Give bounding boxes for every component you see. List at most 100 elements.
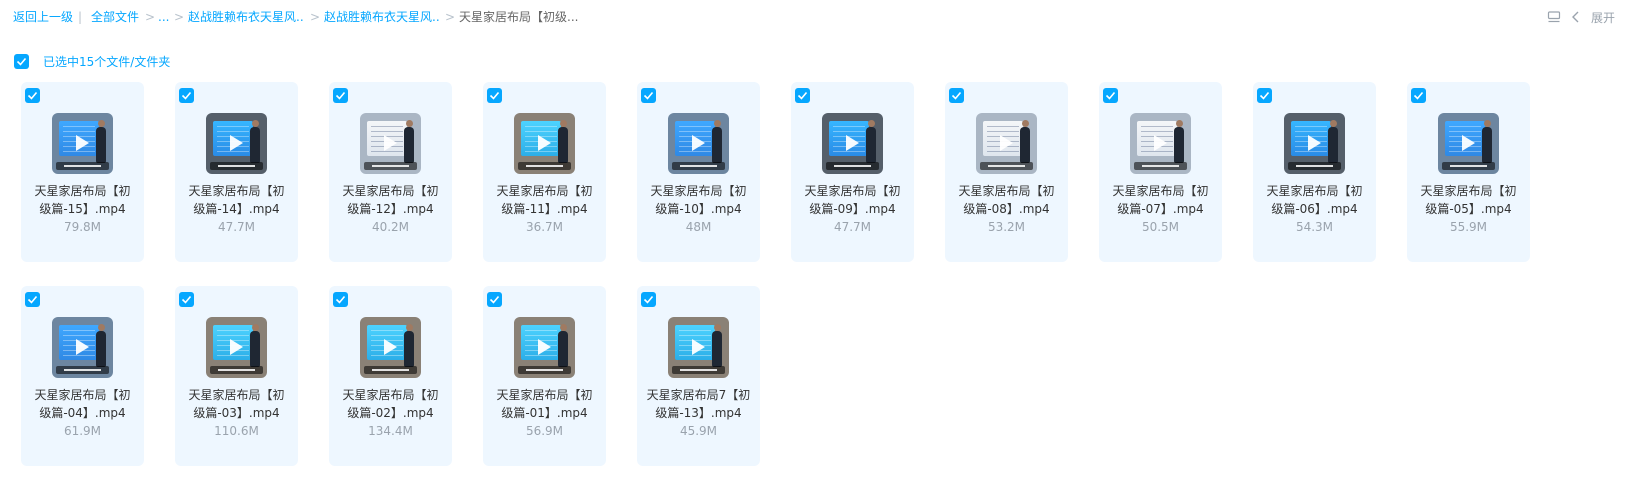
file-card[interactable]: 天星家居布局【初级篇-12】.mp4 40.2M	[329, 82, 452, 262]
file-name[interactable]: 天星家居布局【初级篇-04】.mp4	[29, 386, 136, 422]
video-thumbnail[interactable]	[52, 317, 113, 378]
file-card[interactable]: 天星家居布局【初级篇-02】.mp4 134.4M	[329, 286, 452, 466]
file-card[interactable]: 天星家居布局【初级篇-01】.mp4 56.9M	[483, 286, 606, 466]
file-card[interactable]: 天星家居布局【初级篇-07】.mp4 50.5M	[1099, 82, 1222, 262]
checkbox-checked-icon[interactable]	[641, 88, 656, 103]
file-name[interactable]: 天星家居布局【初级篇-01】.mp4	[491, 386, 598, 422]
checkbox-checked-icon[interactable]	[25, 88, 40, 103]
play-icon	[76, 339, 89, 355]
video-thumbnail[interactable]	[1284, 113, 1345, 174]
video-thumbnail[interactable]	[514, 317, 575, 378]
video-thumbnail[interactable]	[1130, 113, 1191, 174]
play-icon	[76, 135, 89, 151]
file-size: 79.8M	[63, 220, 102, 234]
video-thumbnail[interactable]	[1438, 113, 1499, 174]
breadcrumb-folder-2[interactable]: 赵战胜赖布衣天星风...	[324, 8, 440, 26]
checkbox-checked-icon[interactable]	[1411, 88, 1426, 103]
file-name[interactable]: 天星家居布局【初级篇-08】.mp4	[953, 182, 1060, 218]
play-icon	[1462, 135, 1475, 151]
video-thumbnail[interactable]	[360, 113, 421, 174]
file-card[interactable]: 天星家居布局【初级篇-15】.mp4 79.8M	[21, 82, 144, 262]
checkbox-checked-icon[interactable]	[333, 292, 348, 307]
breadcrumb-separator: >	[145, 10, 155, 24]
file-size: 110.6M	[214, 424, 259, 438]
file-card[interactable]: 天星家居布局【初级篇-06】.mp4 54.3M	[1253, 82, 1376, 262]
video-thumbnail[interactable]	[668, 113, 729, 174]
breadcrumb-separator: >	[310, 10, 320, 24]
video-thumbnail[interactable]	[360, 317, 421, 378]
video-thumbnail[interactable]	[976, 113, 1037, 174]
file-name[interactable]: 天星家居布局7【初级篇-13】.mp4	[645, 386, 752, 422]
checkbox-checked-icon[interactable]	[14, 53, 29, 69]
file-size: 48M	[685, 220, 712, 234]
checkbox-checked-icon[interactable]	[333, 88, 348, 103]
file-size: 56.9M	[525, 424, 564, 438]
file-card[interactable]: 天星家居布局【初级篇-08】.mp4 53.2M	[945, 82, 1068, 262]
file-card[interactable]: 天星家居布局【初级篇-05】.mp4 55.9M	[1407, 82, 1530, 262]
breadcrumb-ellipsis[interactable]: ...	[158, 8, 170, 26]
play-icon	[692, 135, 705, 151]
selection-bar: 已选中15个文件/文件夹	[14, 52, 170, 70]
top-right-controls: 展开	[1547, 8, 1615, 26]
file-name[interactable]: 天星家居布局【初级篇-02】.mp4	[337, 386, 444, 422]
play-icon	[230, 135, 243, 151]
file-size: 36.7M	[525, 220, 564, 234]
video-thumbnail[interactable]	[206, 317, 267, 378]
file-name[interactable]: 天星家居布局【初级篇-09】.mp4	[799, 182, 906, 218]
checkbox-checked-icon[interactable]	[25, 292, 40, 307]
file-size: 54.3M	[1295, 220, 1334, 234]
list-view-icon[interactable]	[1547, 10, 1561, 24]
checkbox-checked-icon[interactable]	[795, 88, 810, 103]
back-link[interactable]: 返回上一级	[13, 8, 73, 26]
play-icon	[692, 339, 705, 355]
file-size: 50.5M	[1141, 220, 1180, 234]
file-name[interactable]: 天星家居布局【初级篇-06】.mp4	[1261, 182, 1368, 218]
file-size: 40.2M	[371, 220, 410, 234]
file-size: 61.9M	[63, 424, 102, 438]
chevron-left-icon[interactable]	[1571, 10, 1581, 24]
file-card[interactable]: 天星家居布局【初级篇-11】.mp4 36.7M	[483, 82, 606, 262]
checkbox-checked-icon[interactable]	[641, 292, 656, 307]
video-thumbnail[interactable]	[206, 113, 267, 174]
checkbox-checked-icon[interactable]	[1103, 88, 1118, 103]
breadcrumb-folder-1[interactable]: 赵战胜赖布衣天星风...	[188, 8, 304, 26]
file-card[interactable]: 天星家居布局【初级篇-14】.mp4 47.7M	[175, 82, 298, 262]
file-name[interactable]: 天星家居布局【初级篇-14】.mp4	[183, 182, 290, 218]
checkbox-checked-icon[interactable]	[487, 292, 502, 307]
selection-count: 已选中15个文件/文件夹	[43, 54, 171, 69]
video-thumbnail[interactable]	[668, 317, 729, 378]
play-icon	[538, 339, 551, 355]
breadcrumb-all-files[interactable]: 全部文件	[91, 8, 139, 26]
checkbox-checked-icon[interactable]	[487, 88, 502, 103]
file-card[interactable]: 天星家居布局【初级篇-03】.mp4 110.6M	[175, 286, 298, 466]
file-name[interactable]: 天星家居布局【初级篇-11】.mp4	[491, 182, 598, 218]
video-thumbnail[interactable]	[514, 113, 575, 174]
file-name[interactable]: 天星家居布局【初级篇-05】.mp4	[1415, 182, 1522, 218]
checkbox-checked-icon[interactable]	[179, 88, 194, 103]
file-card[interactable]: 天星家居布局7【初级篇-13】.mp4 45.9M	[637, 286, 760, 466]
video-thumbnail[interactable]	[52, 113, 113, 174]
file-name[interactable]: 天星家居布局【初级篇-12】.mp4	[337, 182, 444, 218]
expand-label[interactable]: 展开	[1591, 9, 1615, 26]
play-icon	[230, 339, 243, 355]
file-name[interactable]: 天星家居布局【初级篇-15】.mp4	[29, 182, 136, 218]
breadcrumb: 返回上一级 | 全部文件 > ... > 赵战胜赖布衣天星风... > 赵战胜赖…	[0, 0, 1630, 34]
file-card[interactable]: 天星家居布局【初级篇-09】.mp4 47.7M	[791, 82, 914, 262]
file-size: 45.9M	[679, 424, 718, 438]
breadcrumb-separator: >	[174, 10, 184, 24]
checkbox-checked-icon[interactable]	[1257, 88, 1272, 103]
breadcrumb-separator: |	[78, 10, 83, 24]
file-name[interactable]: 天星家居布局【初级篇-07】.mp4	[1107, 182, 1214, 218]
file-card[interactable]: 天星家居布局【初级篇-04】.mp4 61.9M	[21, 286, 144, 466]
file-name[interactable]: 天星家居布局【初级篇-10】.mp4	[645, 182, 752, 218]
play-icon	[384, 339, 397, 355]
file-size: 55.9M	[1449, 220, 1488, 234]
file-card[interactable]: 天星家居布局【初级篇-10】.mp4 48M	[637, 82, 760, 262]
file-size: 53.2M	[987, 220, 1026, 234]
checkbox-checked-icon[interactable]	[949, 88, 964, 103]
video-thumbnail[interactable]	[822, 113, 883, 174]
checkbox-checked-icon[interactable]	[179, 292, 194, 307]
file-name[interactable]: 天星家居布局【初级篇-03】.mp4	[183, 386, 290, 422]
play-icon	[1000, 135, 1013, 151]
file-size: 47.7M	[833, 220, 872, 234]
